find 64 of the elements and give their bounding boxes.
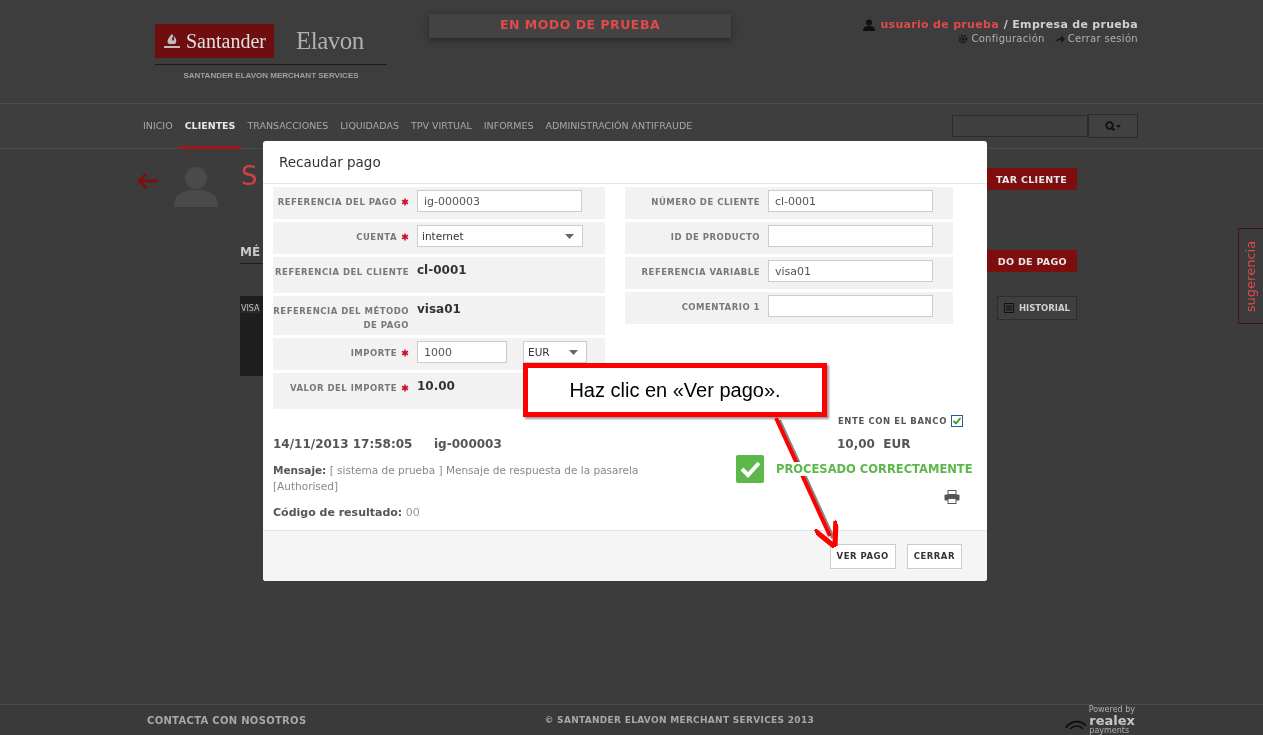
company-name: / Empresa de prueba	[1003, 18, 1138, 31]
field-label: ID DE PRODUCTO	[670, 231, 760, 244]
powered-by-text: Powered by	[1088, 705, 1135, 714]
brand-tagline: SANTANDER ELAVON MERCHANT SERVICES	[182, 71, 360, 80]
swoosh-icon	[1065, 718, 1088, 731]
checkbox-label: ENTE CON EL BANCO	[837, 416, 947, 426]
bank-logo: Santander	[155, 24, 274, 58]
text-field[interactable]	[768, 295, 933, 317]
text-field[interactable]: visa01	[768, 260, 933, 282]
field-value: 10.00	[417, 378, 455, 393]
response-message: Mensaje: [ sistema de prueba ] Mensaje de respuesta de la pasarela [Authorised]	[273, 463, 640, 494]
field-label: REFERENCIA DEL MÉTODO DE PAGO	[273, 304, 409, 332]
page-title: S	[241, 161, 258, 191]
field-label: CUENTA	[356, 231, 397, 244]
field-label: IMPORTE	[350, 347, 397, 360]
card-brand-label: VISA	[241, 304, 260, 313]
field-label: REFERENCIA VARIABLE	[641, 266, 760, 279]
field-value: visa01	[417, 301, 461, 316]
text-field[interactable]: ig-000003	[417, 190, 582, 212]
caret-icon	[569, 349, 578, 355]
contact-link[interactable]: CONTACTA CON NOSOTROS	[147, 714, 307, 726]
field-label: REFERENCIA DEL CLIENTE	[275, 266, 409, 279]
transaction-amount: 10,00 EUR	[837, 437, 911, 451]
share-arrow-icon	[1053, 33, 1065, 44]
currency-dropdown[interactable]: EUR	[523, 341, 587, 363]
print-icon	[944, 490, 960, 504]
checkbox[interactable]	[951, 415, 963, 427]
settings-icon	[958, 33, 969, 44]
field-label: VALOR DEL IMPORTE	[290, 382, 397, 395]
nav-tab[interactable]: CLIENTES	[178, 104, 242, 149]
partner-logo: Elavon	[296, 27, 364, 55]
field-label: REFERENCIA DEL PAGO	[277, 196, 397, 209]
settings-link[interactable]: Configuración	[958, 33, 1045, 44]
search-icon	[1105, 121, 1121, 131]
view-payment-button[interactable]: VER PAGO	[829, 543, 896, 569]
amount-field[interactable]: 1000	[417, 341, 507, 363]
user-icon	[863, 18, 876, 31]
logout-link[interactable]: Cerrar sesión	[1053, 33, 1138, 44]
result-code: Código de resultado: 00	[273, 506, 421, 519]
close-button[interactable]: CERRAR	[906, 543, 962, 569]
provider-subtext: payments	[1089, 727, 1130, 735]
transaction-date: 14/11/2013 17:58:05	[273, 437, 414, 451]
back-arrow-icon	[137, 173, 159, 189]
field-label: COMENTARIO 1	[681, 301, 760, 314]
list-icon	[1003, 303, 1014, 313]
add-payment-method-button[interactable]: DO DE PAGO	[985, 250, 1077, 272]
edit-client-button[interactable]: TAR CLIENTE	[984, 168, 1077, 190]
copyright-text: © SANTANDER ELAVON MERCHANT SERVICES 2013	[544, 715, 815, 725]
flame-icon	[163, 33, 181, 49]
field-value: cl-0001	[417, 262, 467, 277]
transaction-reference: ig-000003	[434, 437, 503, 451]
status-text: PROCESADO CORRECTAMENTE	[776, 462, 973, 476]
nav-tab[interactable]: INICIO	[137, 104, 179, 149]
dropdown[interactable]: internet	[417, 225, 583, 247]
history-button[interactable]: HISTORIAL	[996, 296, 1077, 320]
provider-logo-text: realex	[1089, 714, 1135, 727]
test-mode-banner: EN MODO DE PRUEBA	[429, 14, 731, 38]
field-label: NÚMERO DE CLIENTE	[651, 195, 760, 209]
text-field[interactable]	[768, 225, 933, 247]
callout-box: Haz clic en «Ver pago».	[523, 363, 827, 417]
search-button[interactable]	[1088, 114, 1138, 138]
caret-icon	[565, 233, 574, 239]
text-field[interactable]: cl-0001	[768, 190, 933, 212]
dialog-title: Recaudar pago	[263, 141, 987, 184]
